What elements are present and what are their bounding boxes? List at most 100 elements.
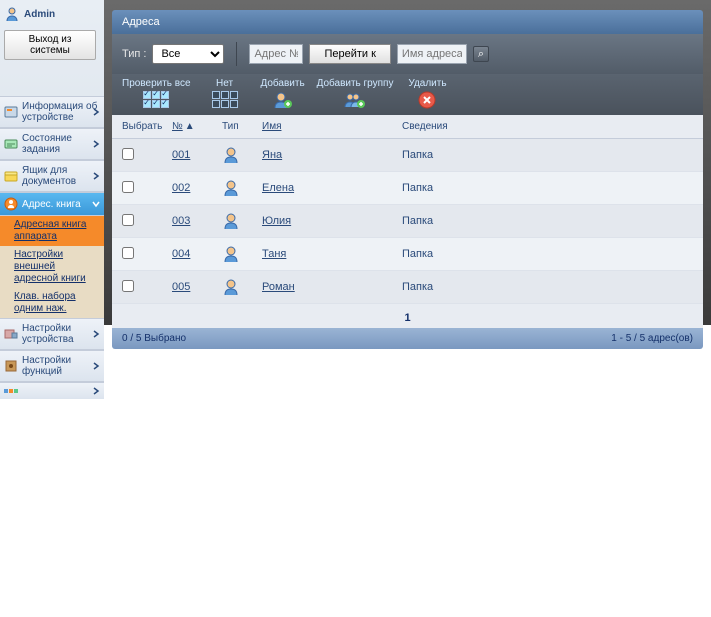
sidebar-submenu: Адресная книга аппарата Настройки внешне… [0,216,104,318]
sidebar-item-label: Ящик для документов [22,165,100,187]
col-info: Сведения [402,121,693,132]
status-selected: 0 / 5 Выбрано [122,333,186,344]
row-number[interactable]: 005 [172,281,222,293]
sidebar-item-label: Настройки устройства [22,323,100,345]
col-num[interactable]: № ▲ [172,121,222,132]
check-none-button[interactable]: Нет [201,78,249,109]
info-icon [4,105,18,119]
user-badge: Admin [4,6,100,22]
address-table: Выбрать № ▲ Тип Имя Сведения 001ЯнаПапка… [112,115,703,328]
row-info: Папка [402,248,693,260]
add-group-icon [344,91,366,109]
page-number[interactable]: 1 [404,312,410,324]
row-checkbox[interactable] [122,214,134,226]
chevron-right-icon [92,172,100,180]
person-icon [222,146,262,164]
more-icon [4,387,18,395]
add-group-button[interactable]: Добавить группу [317,78,394,109]
sidebar-item-label: Настройки функций [22,355,100,377]
row-info: Папка [402,149,693,161]
panel-title: Адреса [112,10,703,34]
table-row: 004 ТаняПапка [112,238,703,271]
type-select[interactable]: Все [152,44,224,64]
user-label: Admin [24,9,55,20]
settings-icon [4,327,18,341]
paginator: 1 [112,304,703,328]
check-all-icon [143,91,169,108]
check-all-button[interactable]: Проверить все [122,78,191,109]
row-checkbox[interactable] [122,181,134,193]
row-number[interactable]: 004 [172,248,222,260]
type-label: Тип : [122,48,146,60]
check-none-icon [212,91,238,108]
status-bar: 0 / 5 Выбрано 1 - 5 / 5 адрес(ов) [112,328,703,349]
table-header: Выбрать № ▲ Тип Имя Сведения [112,115,703,139]
table-row: 005 РоманПапка [112,271,703,304]
logout-button[interactable]: Выход из системы [4,30,96,60]
col-type: Тип [222,121,262,132]
row-checkbox[interactable] [122,148,134,160]
person-icon [222,245,262,263]
row-number[interactable]: 003 [172,215,222,227]
filter-bar: Тип : Все Перейти к ⌕ [112,34,703,74]
row-name[interactable]: Яна [262,149,402,161]
row-name[interactable]: Роман [262,281,402,293]
row-info: Папка [402,182,693,194]
address-icon [4,197,18,211]
chevron-right-icon [92,140,100,148]
go-button[interactable]: Перейти к [309,44,390,64]
row-checkbox[interactable] [122,247,134,259]
table-row: 001 ЯнаПапка [112,139,703,172]
function-icon [4,359,18,373]
sidebar-item-function-settings[interactable]: Настройки функций [0,350,104,382]
add-button[interactable]: Добавить [259,78,307,109]
delete-button[interactable]: Удалить [403,78,451,109]
search-button[interactable]: ⌕ [473,46,489,62]
sidebar-item-label: Состояние задания [22,133,100,155]
user-icon [4,6,20,22]
chevron-down-icon [92,200,100,208]
row-info: Папка [402,281,693,293]
status-range: 1 - 5 / 5 адрес(ов) [611,333,693,344]
address-number-input[interactable] [249,44,303,64]
chevron-right-icon [92,387,100,395]
search-icon: ⌕ [478,48,484,61]
sidebar-sub-external-book[interactable]: Настройки внешней адресной книги [0,246,104,288]
col-select: Выбрать [122,121,172,132]
delete-icon [418,91,436,109]
chevron-right-icon [92,108,100,116]
table-row: 003 ЮлияПапка [112,205,703,238]
person-icon [222,212,262,230]
chevron-right-icon [92,362,100,370]
row-name[interactable]: Таня [262,248,402,260]
sidebar-item-address-book[interactable]: Адрес. книга [0,192,104,216]
status-icon [4,137,18,151]
sidebar-item-label: Информация об устройстве [22,101,100,123]
sidebar-item-label: Адрес. книга [22,199,81,210]
table-row: 002 ЕленаПапка [112,172,703,205]
sidebar-item-document-box[interactable]: Ящик для документов [0,160,104,192]
sidebar-item-device-info[interactable]: Информация об устройстве [0,96,104,128]
chevron-right-icon [92,330,100,338]
toolbar: Проверить все Нет Добавить Добавить груп… [112,74,703,115]
person-icon [222,278,262,296]
row-name[interactable]: Елена [262,182,402,194]
address-name-input[interactable] [397,44,467,64]
row-name[interactable]: Юлия [262,215,402,227]
row-number[interactable]: 002 [172,182,222,194]
sidebar-item-device-settings[interactable]: Настройки устройства [0,318,104,350]
sidebar-sub-one-touch[interactable]: Клав. набора одним наж. [0,288,104,318]
add-user-icon [273,91,293,109]
box-icon [4,169,18,183]
sidebar-item-more[interactable] [0,382,104,399]
sidebar-item-job-status[interactable]: Состояние задания [0,128,104,160]
main-panel: Адреса Тип : Все Перейти к ⌕ Проверить в… [104,0,711,325]
row-info: Папка [402,215,693,227]
col-name[interactable]: Имя [262,121,402,132]
person-icon [222,179,262,197]
sidebar-sub-machine-book[interactable]: Адресная книга аппарата [0,216,104,246]
row-checkbox[interactable] [122,280,134,292]
row-number[interactable]: 001 [172,149,222,161]
sidebar: Admin Выход из системы Информация об уст… [0,0,104,325]
sort-asc-icon: ▲ [185,121,195,132]
